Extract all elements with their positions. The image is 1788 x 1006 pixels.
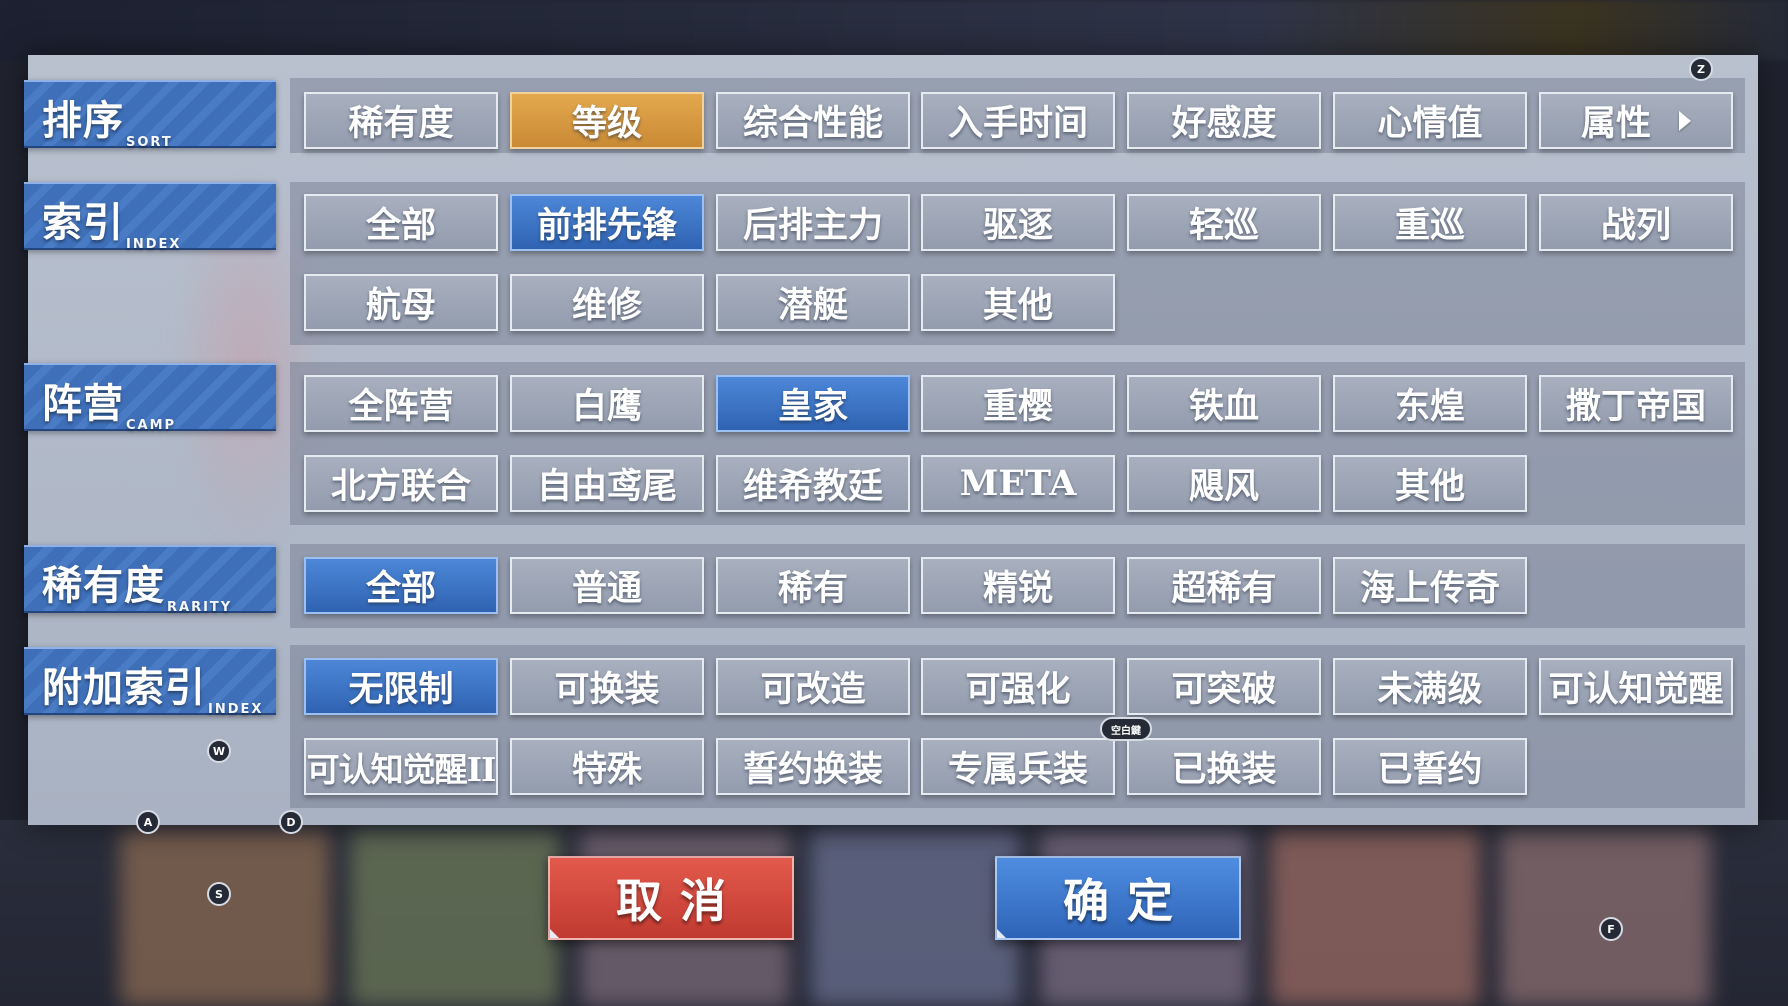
extra-index-label-text: 附加索引 <box>42 664 206 711</box>
index-option-other[interactable]: 其他 <box>921 274 1115 331</box>
extra-option-no-limit[interactable]: 无限制 <box>304 658 498 715</box>
sort-option-level[interactable]: 等级 <box>510 92 704 149</box>
camp-label-text: 阵营 <box>42 380 124 427</box>
extra-option-special[interactable]: 特殊 <box>510 738 704 795</box>
sort-option-rarity[interactable]: 稀有度 <box>304 92 498 149</box>
rarity-option-super-rare[interactable]: 超稀有 <box>1127 557 1321 614</box>
extra-option-can-enhance[interactable]: 可强化 <box>921 658 1115 715</box>
sort-label-en: SORT <box>126 135 173 150</box>
rarity-option-rare[interactable]: 稀有 <box>716 557 910 614</box>
index-label-en: INDEX <box>126 237 182 252</box>
extra-option-can-retrofit[interactable]: 可改造 <box>716 658 910 715</box>
key-hint-d: D <box>279 810 303 834</box>
cancel-button[interactable]: 取消 <box>548 856 794 940</box>
confirm-button-label: 确定 <box>1063 874 1191 928</box>
camp-option-northern-parliament[interactable]: 北方联合 <box>304 455 498 512</box>
sort-option-mood[interactable]: 心情值 <box>1333 92 1527 149</box>
index-option-repair[interactable]: 维修 <box>510 274 704 331</box>
background-ship-card <box>120 830 330 1006</box>
index-label-text: 索引 <box>42 199 124 246</box>
extra-option-unique-augment[interactable]: 专属兵装 <box>921 738 1115 795</box>
sort-section-label: 排序 SORT <box>24 80 276 150</box>
index-option-light-cruiser[interactable]: 轻巡 <box>1127 194 1321 251</box>
confirm-button[interactable]: 确定 <box>995 856 1241 940</box>
corner-decoration <box>550 929 559 938</box>
extra-option-skin-equipped[interactable]: 已换装 <box>1127 738 1321 795</box>
extra-index-label-en: INDEX <box>208 702 264 717</box>
corner-decoration <box>997 929 1006 938</box>
key-hint-f: F <box>1599 917 1623 941</box>
camp-option-dragon-empery[interactable]: 东煌 <box>1333 375 1527 432</box>
chevron-right-icon <box>1679 110 1691 131</box>
camp-section-label: 阵营 CAMP <box>24 363 276 433</box>
sort-option-attribute[interactable]: 属性 <box>1539 92 1733 149</box>
extra-option-oath-skin[interactable]: 誓约换装 <box>716 738 910 795</box>
camp-option-sardegna-empire[interactable]: 撒丁帝国 <box>1539 375 1733 432</box>
rarity-section-label: 稀有度 RARITY <box>24 545 276 615</box>
background-ship-card <box>1270 830 1480 1006</box>
index-option-main-fleet[interactable]: 后排主力 <box>716 194 910 251</box>
sort-option-affinity[interactable]: 好感度 <box>1127 92 1321 149</box>
camp-option-iris-libre[interactable]: 自由鸢尾 <box>510 455 704 512</box>
index-option-battleship[interactable]: 战列 <box>1539 194 1733 251</box>
key-hint-s: S <box>207 882 231 906</box>
key-hint-space: 空白鍵 <box>1100 717 1152 741</box>
camp-option-tempesta[interactable]: 飓风 <box>1127 455 1321 512</box>
rarity-label-text: 稀有度 <box>42 562 165 609</box>
rarity-option-all[interactable]: 全部 <box>304 557 498 614</box>
rarity-option-elite[interactable]: 精锐 <box>921 557 1115 614</box>
extra-option-retrofit-skin[interactable]: 可换装 <box>510 658 704 715</box>
index-option-submarine[interactable]: 潜艇 <box>716 274 910 331</box>
camp-option-royal-navy[interactable]: 皇家 <box>716 375 910 432</box>
sort-option-overall-performance[interactable]: 综合性能 <box>716 92 910 149</box>
camp-option-sakura-empire[interactable]: 重樱 <box>921 375 1115 432</box>
camp-option-vichya-dominion[interactable]: 维希教廷 <box>716 455 910 512</box>
key-hint-z: Z <box>1689 57 1713 81</box>
camp-option-iron-blood[interactable]: 铁血 <box>1127 375 1321 432</box>
camp-option-other[interactable]: 其他 <box>1333 455 1527 512</box>
sort-option-acquire-time[interactable]: 入手时间 <box>921 92 1115 149</box>
index-option-vanguard[interactable]: 前排先锋 <box>510 194 704 251</box>
extra-option-cognitive-awakening-2[interactable]: 可认知觉醒II <box>304 738 498 795</box>
index-option-destroyer[interactable]: 驱逐 <box>921 194 1115 251</box>
camp-option-meta[interactable]: META <box>921 455 1115 512</box>
camp-option-all[interactable]: 全阵营 <box>304 375 498 432</box>
index-option-carrier[interactable]: 航母 <box>304 274 498 331</box>
sort-label-text: 排序 <box>42 97 124 144</box>
key-hint-w: W <box>207 739 231 763</box>
rarity-option-ultra-rare[interactable]: 海上传奇 <box>1333 557 1527 614</box>
rarity-label-en: RARITY <box>167 600 233 615</box>
index-section-label: 索引 INDEX <box>24 182 276 252</box>
extra-index-section-label: 附加索引 INDEX <box>24 647 276 717</box>
extra-option-not-max-level[interactable]: 未满级 <box>1333 658 1527 715</box>
background-top-bar <box>0 0 1788 60</box>
camp-option-eagle-union[interactable]: 白鹰 <box>510 375 704 432</box>
camp-label-en: CAMP <box>126 418 177 433</box>
index-option-heavy-cruiser[interactable]: 重巡 <box>1333 194 1527 251</box>
sort-option-attribute-label: 属性 <box>1580 103 1651 144</box>
key-hint-a: A <box>136 810 160 834</box>
extra-option-can-limit-break[interactable]: 可突破 <box>1127 658 1321 715</box>
extra-option-oathed[interactable]: 已誓约 <box>1333 738 1527 795</box>
cancel-button-label: 取消 <box>616 874 744 928</box>
background-ship-card <box>350 830 560 1006</box>
index-option-all[interactable]: 全部 <box>304 194 498 251</box>
extra-option-cognitive-awakening[interactable]: 可认知觉醒 <box>1539 658 1733 715</box>
background-ship-card <box>810 830 1020 1006</box>
rarity-option-common[interactable]: 普通 <box>510 557 704 614</box>
